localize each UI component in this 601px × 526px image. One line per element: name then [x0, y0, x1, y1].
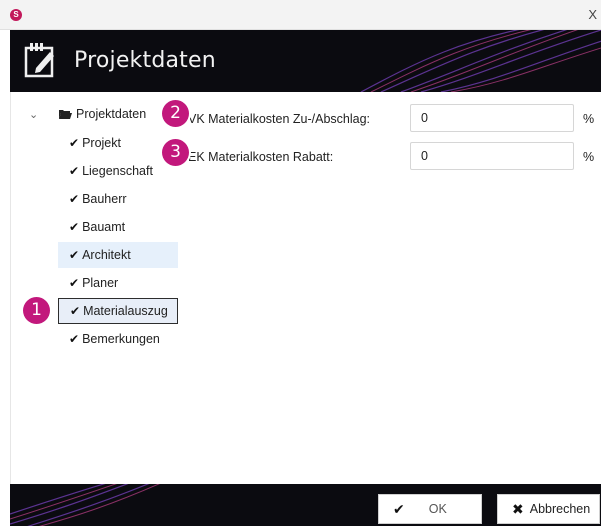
- folder-open-icon: [59, 110, 72, 119]
- chevron-down-icon[interactable]: ⌄: [29, 108, 38, 121]
- tree-item-materialauszug[interactable]: ✔ Materialauszug: [58, 298, 178, 324]
- tree-item-planer[interactable]: ✔ Planer: [58, 270, 178, 296]
- annotation-badge-1: 1: [23, 297, 50, 324]
- tree-item-label: Architekt: [82, 248, 131, 262]
- window-titlebar: S X: [0, 0, 601, 30]
- tree-item-label: Liegenschaft: [82, 164, 153, 178]
- vk-materialkosten-input[interactable]: [410, 104, 574, 132]
- tree-item-bemerkungen[interactable]: ✔ Bemerkungen: [58, 326, 178, 352]
- tree-item-bauamt[interactable]: ✔ Bauamt: [58, 214, 178, 240]
- header-decoration: [360, 30, 601, 92]
- check-icon: ✔: [69, 136, 80, 150]
- close-icon[interactable]: X: [588, 7, 597, 22]
- tree-item-label: Projekt: [82, 136, 121, 150]
- cancel-button-label: Abbrechen: [529, 502, 591, 516]
- vk-percent-unit: %: [583, 112, 595, 126]
- check-icon: ✔: [70, 304, 81, 318]
- check-icon: ✔: [393, 500, 405, 517]
- tree-item-architekt[interactable]: ✔ Architekt: [58, 242, 178, 268]
- page-title: Projektdaten: [74, 48, 216, 73]
- cancel-button[interactable]: ✖ Abbrechen: [497, 494, 600, 524]
- check-icon: ✔: [69, 192, 80, 206]
- check-icon: ✔: [69, 332, 80, 346]
- check-icon: ✔: [69, 248, 80, 262]
- tree-item-label: Bemerkungen: [82, 332, 160, 346]
- annotation-badge-2: 2: [162, 100, 189, 127]
- ok-button[interactable]: ✔ OK: [378, 494, 482, 524]
- tree-item-projekt[interactable]: ✔ Projekt: [58, 130, 178, 156]
- vk-materialkosten-label: VK Materialkosten Zu-/Abschlag:: [188, 112, 371, 126]
- tree-item-label: Materialauszug: [83, 304, 168, 318]
- ek-materialkosten-label: EK Materialkosten Rabatt:: [188, 150, 334, 164]
- tree-item-liegenschaft[interactable]: ✔ Liegenschaft: [58, 158, 178, 184]
- check-icon: ✔: [69, 276, 80, 290]
- footer-decoration: [10, 484, 160, 526]
- dialog-header: Projektdaten: [10, 30, 601, 92]
- tree-item-bauherr[interactable]: ✔ Bauherr: [58, 186, 178, 212]
- tree-root-label: Projektdaten: [76, 107, 147, 121]
- ek-materialkosten-input[interactable]: [410, 142, 574, 170]
- annotation-badge-3: 3: [162, 139, 189, 166]
- edit-document-icon: [24, 43, 54, 78]
- tree-item-label: Bauherr: [82, 192, 127, 206]
- check-icon: ✔: [69, 220, 80, 234]
- ok-button-label: OK: [428, 502, 447, 516]
- ek-percent-unit: %: [583, 150, 595, 164]
- tree-item-label: Bauamt: [82, 220, 126, 234]
- tree-item-label: Planer: [82, 276, 119, 290]
- check-icon: ✔: [69, 164, 80, 178]
- close-icon: ✖: [512, 500, 524, 517]
- app-logo-icon: S: [10, 9, 22, 21]
- tree-root-projektdaten[interactable]: Projektdaten: [59, 107, 146, 121]
